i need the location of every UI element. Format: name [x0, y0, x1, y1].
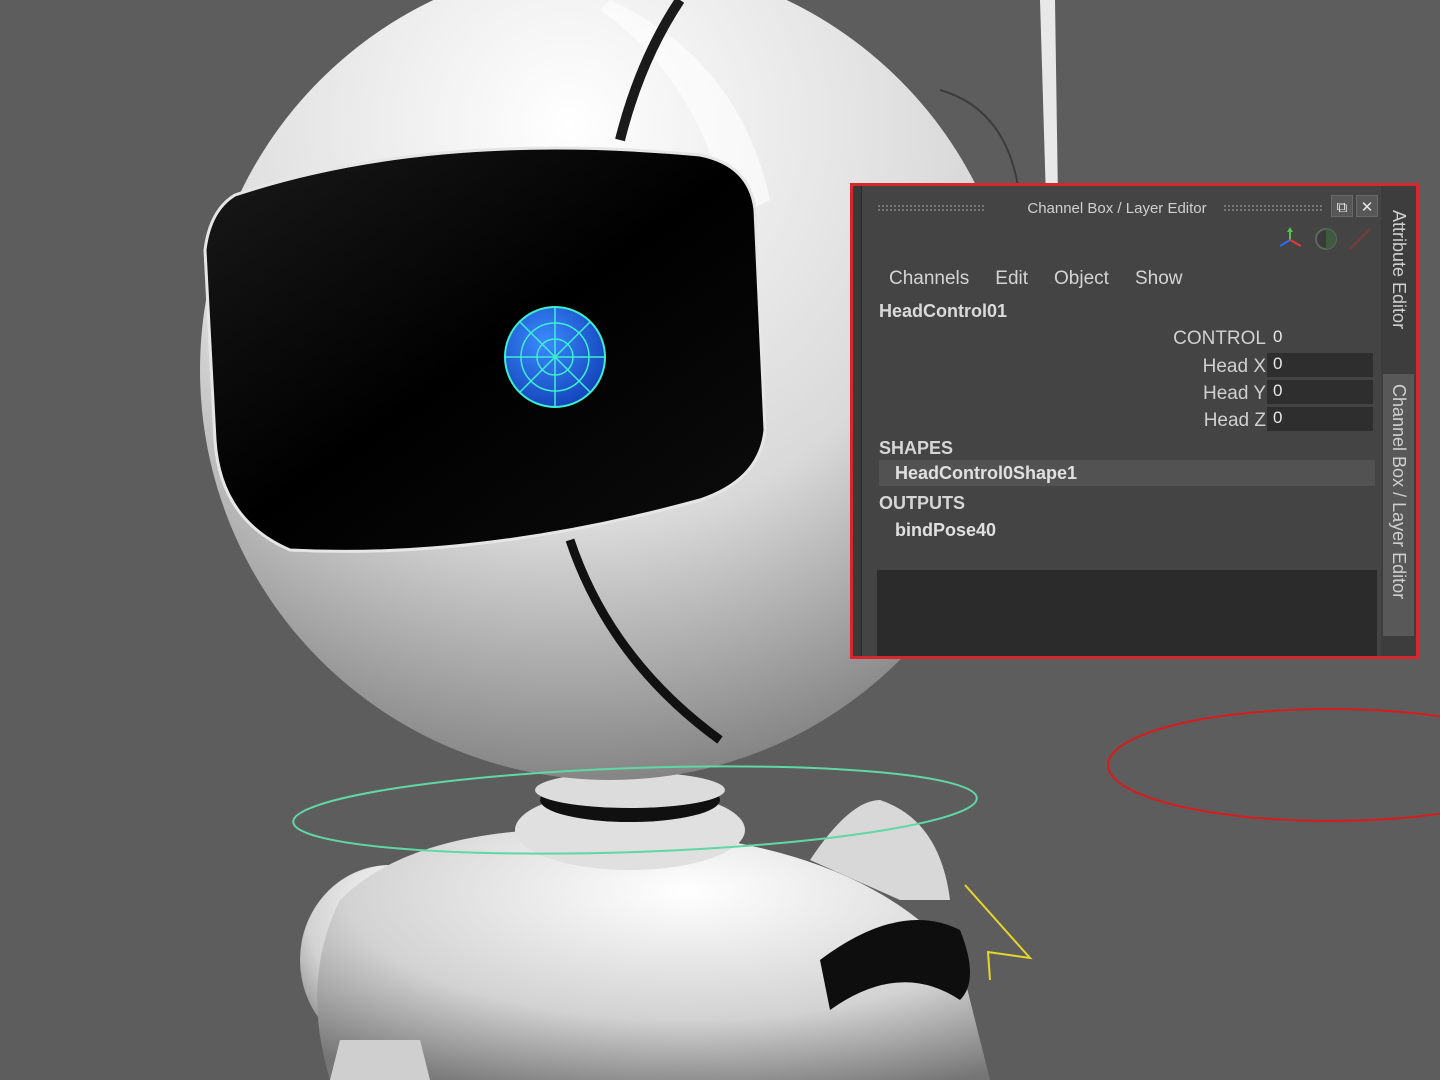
- attr-label-control[interactable]: CONTROL: [1066, 328, 1266, 350]
- selected-node-name[interactable]: HeadControl01: [879, 301, 1007, 322]
- head-control-eye[interactable]: [504, 306, 606, 408]
- outputs-header: OUTPUTS: [879, 493, 966, 513]
- menu-show[interactable]: Show: [1135, 268, 1183, 290]
- tab-channel-box[interactable]: Channel Box / Layer Editor: [1383, 374, 1414, 636]
- speed-icon[interactable]: [1313, 226, 1339, 252]
- antenna: [1040, 0, 1058, 200]
- robot-visor[interactable]: [203, 146, 767, 553]
- attr-field-head-x[interactable]: 0: [1267, 353, 1373, 377]
- output-item[interactable]: bindPose40: [895, 520, 996, 541]
- float-window-button[interactable]: ⧉: [1331, 195, 1353, 217]
- channel-box-panel: Channel Box / Layer Editor ⧉ ✕ Channels …: [850, 183, 1419, 659]
- tab-attribute-editor[interactable]: Attribute Editor: [1383, 200, 1414, 350]
- hyperbolic-icon[interactable]: [1347, 226, 1373, 252]
- floor-ring-control[interactable]: [1107, 708, 1440, 822]
- right-grip[interactable]: [1223, 204, 1323, 212]
- shape-item[interactable]: HeadControl0Shape1: [895, 463, 1077, 484]
- menu-channels[interactable]: Channels: [889, 268, 969, 290]
- shapes-header: SHAPES: [879, 438, 954, 458]
- menu-object[interactable]: Object: [1054, 268, 1109, 290]
- panel-title-bar[interactable]: Channel Box / Layer Editor: [867, 194, 1387, 222]
- close-button[interactable]: ✕: [1356, 195, 1378, 217]
- attr-label-head-z[interactable]: Head Z: [1066, 410, 1266, 432]
- locator-icon[interactable]: [964, 884, 1033, 981]
- menu-edit[interactable]: Edit: [995, 268, 1028, 290]
- shape-row[interactable]: HeadControl0Shape1: [879, 460, 1375, 486]
- attr-field-head-y[interactable]: 0: [1267, 380, 1373, 404]
- attr-field-head-z[interactable]: 0: [1267, 407, 1373, 431]
- side-tab-strip: Attribute Editor Channel Box / Layer Edi…: [1381, 186, 1416, 656]
- channel-box-empty-area: [877, 570, 1377, 656]
- robot-neck[interactable]: [515, 772, 745, 870]
- attr-label-head-y[interactable]: Head Y: [1066, 383, 1266, 405]
- attr-label-head-x[interactable]: Head X: [1066, 356, 1266, 378]
- panel-dock-strip[interactable]: [853, 186, 862, 656]
- manipulator-icon[interactable]: [1277, 226, 1303, 252]
- attr-field-control[interactable]: 0: [1267, 326, 1373, 350]
- channel-box-menu: Channels Edit Object Show: [889, 268, 1182, 290]
